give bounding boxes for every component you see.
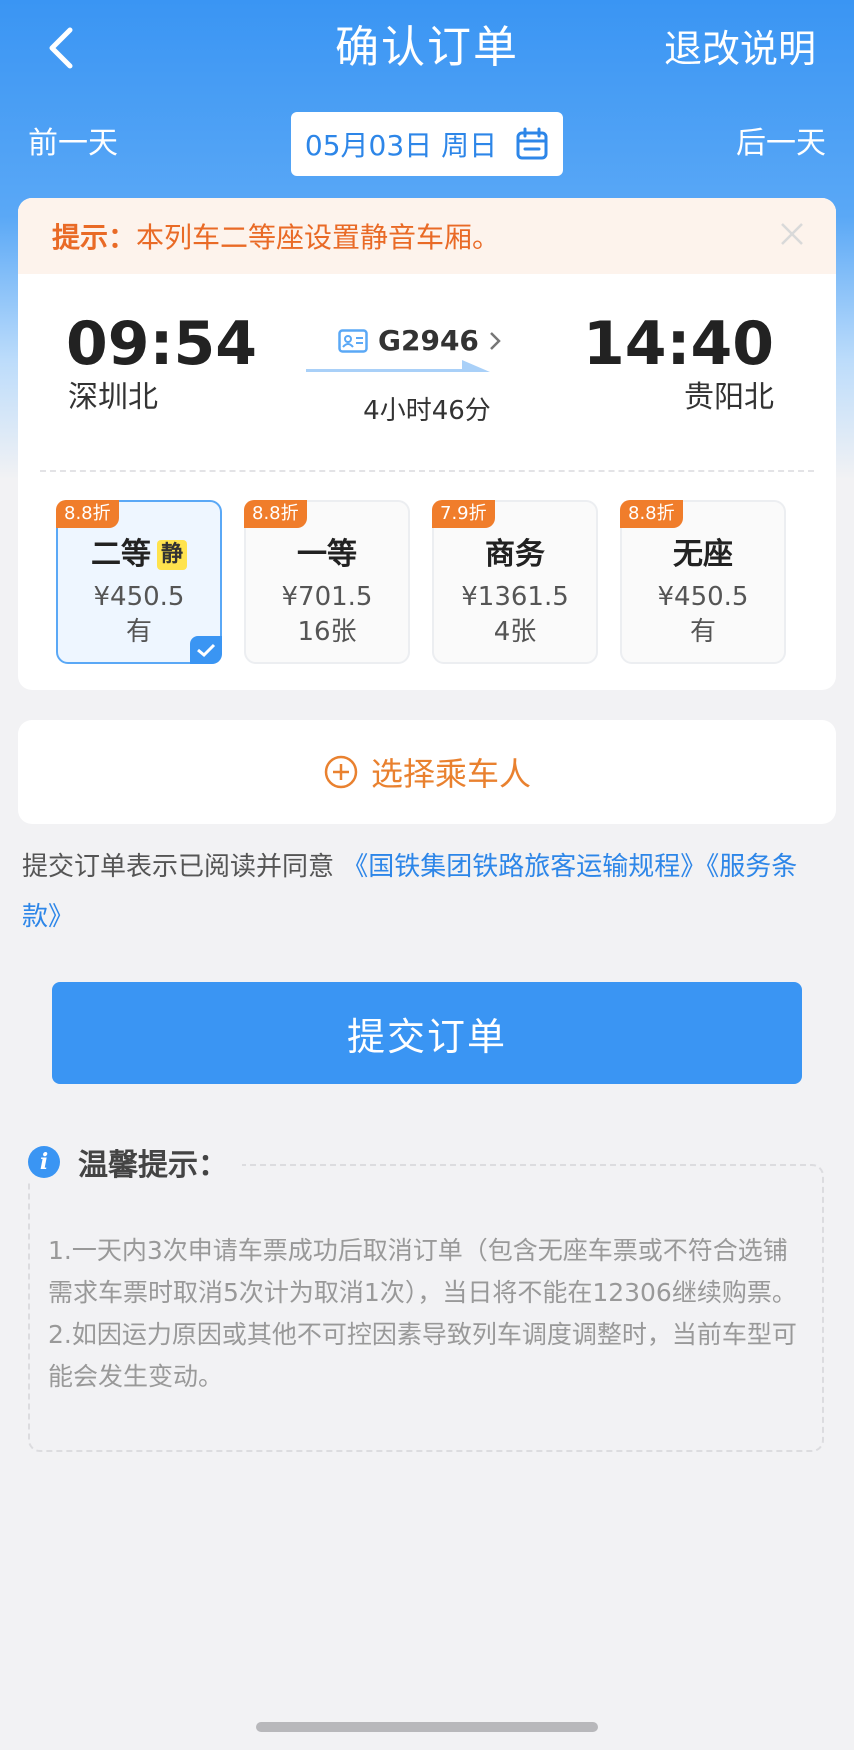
depart-time: 09:54 xyxy=(66,309,257,379)
tip-text: 本列车二等座设置静音车厢。 xyxy=(136,221,501,254)
seat-name: 无座 xyxy=(673,537,733,572)
seat-name: 商务 xyxy=(485,537,545,572)
tip-banner: 提示： 本列车二等座设置静音车厢。 xyxy=(18,198,836,274)
info-icon: i xyxy=(28,1146,60,1178)
seat-name: 一等 xyxy=(297,537,357,572)
seat-price: ¥450.5 xyxy=(657,582,749,612)
check-icon xyxy=(190,636,222,664)
arrive-time: 14:40 xyxy=(583,309,774,379)
submit-order-button[interactable]: 提交订单 xyxy=(52,982,802,1084)
train-number: G2946 xyxy=(378,324,479,357)
home-indicator[interactable] xyxy=(256,1722,598,1732)
seat-price: ¥450.5 xyxy=(93,582,185,612)
id-card-icon xyxy=(338,328,368,353)
seat-option-second-class[interactable]: 8.8折 二等 静 ¥450.5 有 xyxy=(56,500,222,664)
seat-option-no-seat[interactable]: 8.8折 无座 ¥450.5 有 xyxy=(620,500,786,664)
seat-option-first-class[interactable]: 8.8折 一等 ¥701.5 16张 xyxy=(244,500,410,664)
seat-name-row: 无座 xyxy=(622,536,784,574)
agreement-prefix: 提交订单表示已阅读并同意 xyxy=(22,852,343,882)
refund-policy-link[interactable]: 退改说明 xyxy=(664,20,816,78)
seat-name: 二等 xyxy=(90,537,151,572)
seat-price: ¥701.5 xyxy=(281,582,373,612)
seat-name-row: 二等 静 xyxy=(58,536,220,574)
seat-name-row: 一等 xyxy=(246,536,408,574)
notice-box: 1.一天内3次申请车票成功后取消订单（包含无座车票或不符合选铺需求车票时取消5次… xyxy=(28,1164,824,1452)
train-card: 提示： 本列车二等座设置静音车厢。 09:54 深圳北 G2946 4小时46分… xyxy=(18,198,836,690)
notice-item: 1.一天内3次申请车票成功后取消订单（包含无座车票或不符合选铺需求车票时取消5次… xyxy=(48,1236,797,1307)
discount-badge: 8.8折 xyxy=(244,500,307,528)
select-passenger-button[interactable]: 选择乘车人 xyxy=(18,720,836,824)
discount-badge: 8.8折 xyxy=(56,500,119,528)
quiet-car-badge: 静 xyxy=(156,540,187,570)
seat-availability: 有 xyxy=(689,617,716,647)
discount-badge: 7.9折 xyxy=(432,500,495,528)
seat-price: ¥1361.5 xyxy=(461,582,569,612)
calendar-icon xyxy=(516,127,548,160)
date-picker[interactable]: 05月03日 周日 xyxy=(291,112,563,176)
seat-option-business[interactable]: 7.9折 商务 ¥1361.5 4张 xyxy=(432,500,598,664)
railway-rules-link[interactable]: 《国铁集团铁路旅客运输规程》 xyxy=(342,852,706,882)
next-day-button[interactable]: 后一天 xyxy=(736,120,826,168)
discount-badge: 8.8折 xyxy=(620,500,683,528)
prev-day-button[interactable]: 前一天 xyxy=(28,120,118,168)
date-text: 05月03日 周日 xyxy=(304,129,498,162)
direction-arrow-icon xyxy=(306,360,490,372)
seat-availability: 4张 xyxy=(493,617,537,647)
divider xyxy=(40,470,814,472)
select-passenger-label: 选择乘车人 xyxy=(370,755,531,793)
notice-header: i 温馨提示： xyxy=(28,1140,228,1184)
train-number-link[interactable]: G2946 xyxy=(338,324,501,357)
seat-name-row: 商务 xyxy=(434,536,596,574)
notice-item: 2.如因运力原因或其他不可控因素导致列车调度调整时，当前车型可能会发生变动。 xyxy=(48,1320,797,1391)
seat-options: 8.8折 二等 静 ¥450.5 有 8.8折 一等 ¥701.5 16张 7.… xyxy=(56,500,786,664)
notice-title: 温馨提示： xyxy=(78,1148,228,1183)
tip-label: 提示： xyxy=(52,221,137,254)
chevron-right-icon xyxy=(490,331,501,350)
agreement-text: 提交订单表示已阅读并同意 《国铁集团铁路旅客运输规程》《服务条款》 xyxy=(22,842,822,942)
arrive-station: 贵阳北 xyxy=(684,380,774,415)
seat-availability: 16张 xyxy=(297,617,357,647)
close-icon[interactable] xyxy=(778,220,806,248)
plus-circle-icon xyxy=(324,755,358,789)
